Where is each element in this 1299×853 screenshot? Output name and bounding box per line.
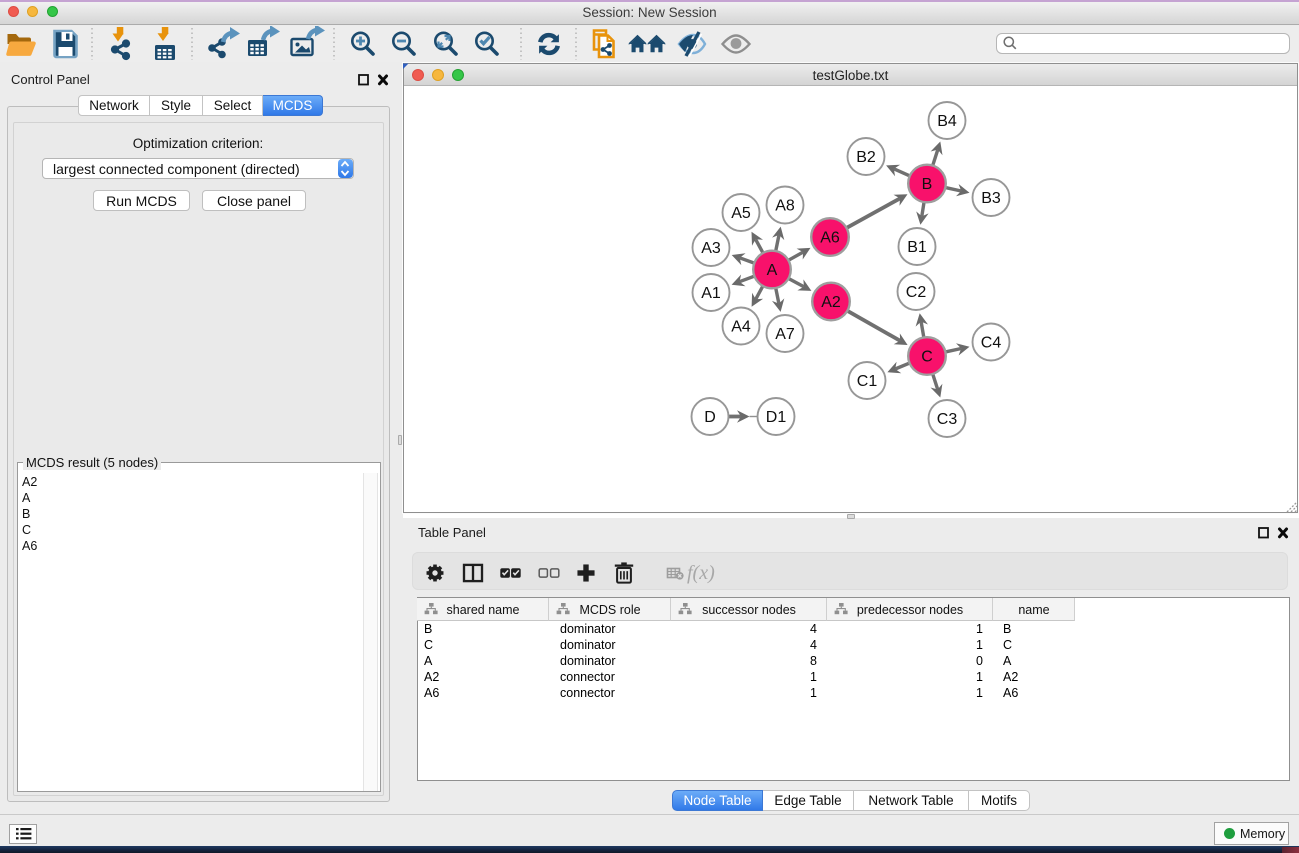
svg-text:B4: B4 xyxy=(937,113,957,130)
svg-text:D: D xyxy=(704,409,716,426)
svg-text:B: B xyxy=(922,176,933,193)
svg-text:C4: C4 xyxy=(981,335,1002,352)
svg-text:B1: B1 xyxy=(907,239,927,256)
svg-text:B2: B2 xyxy=(856,149,876,166)
svg-text:A6: A6 xyxy=(820,230,840,247)
svg-text:D1: D1 xyxy=(766,409,787,426)
svg-text:A3: A3 xyxy=(701,240,721,257)
svg-text:C2: C2 xyxy=(906,284,927,301)
svg-text:C: C xyxy=(921,349,933,366)
svg-text:A2: A2 xyxy=(821,294,841,311)
svg-text:A1: A1 xyxy=(701,285,721,302)
svg-text:C1: C1 xyxy=(857,373,878,390)
svg-text:A7: A7 xyxy=(775,326,795,343)
svg-text:A4: A4 xyxy=(731,319,751,336)
svg-text:B3: B3 xyxy=(981,190,1001,207)
svg-text:A: A xyxy=(767,262,778,279)
svg-text:A8: A8 xyxy=(775,198,795,215)
svg-text:A5: A5 xyxy=(731,205,751,222)
svg-text:C3: C3 xyxy=(937,411,958,428)
